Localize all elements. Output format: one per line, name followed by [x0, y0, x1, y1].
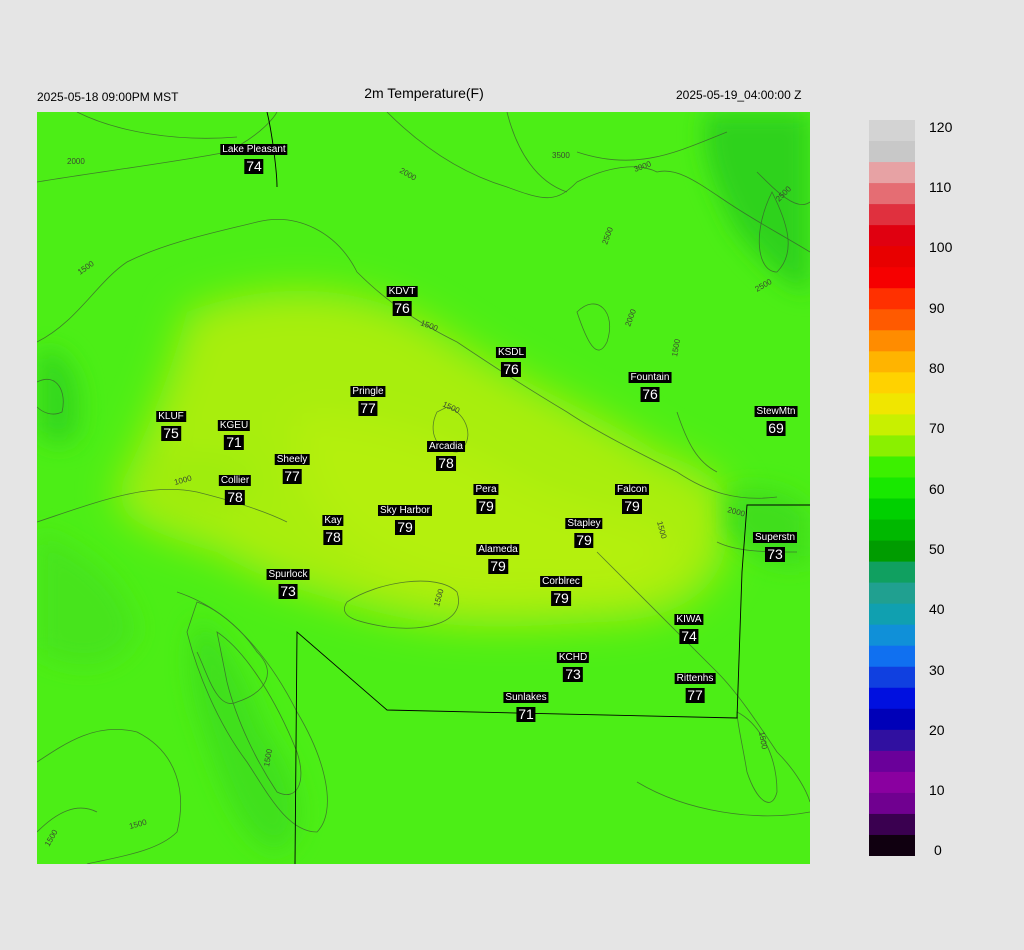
- colorbar-tick: 30: [929, 662, 945, 678]
- colorbar-segment: [869, 246, 915, 268]
- colorbar-segment: [869, 456, 915, 479]
- colorbar-segment: [869, 288, 915, 310]
- colorbar-segment: [869, 309, 915, 331]
- temperature-field: 2000 2000 3500 3000 2500 2500 1500 1500 …: [37, 112, 810, 864]
- valid-time-utc: 2025-05-19_04:00:00 Z: [676, 88, 802, 102]
- colorbar-segment: [869, 141, 915, 163]
- colorbar-segment: [869, 729, 915, 752]
- colorbar-segment: [869, 666, 915, 689]
- colorbar-segment: [869, 834, 915, 856]
- colorbar-segment: [869, 645, 915, 668]
- colorbar-tick: 100: [929, 239, 953, 255]
- colorbar-segment: [869, 813, 915, 836]
- colorbar-segment: [869, 477, 915, 500]
- colorbar-segment: [869, 351, 915, 373]
- colorbar-tick: 10: [929, 782, 945, 798]
- colorbar-segment: [869, 120, 915, 142]
- colorbar-tick: 20: [929, 722, 945, 738]
- colorbar-segment: [869, 435, 915, 458]
- colorbar-tick: 70: [929, 420, 945, 436]
- colorbar-tick: 110: [929, 179, 952, 195]
- colorbar-segment: [869, 792, 915, 815]
- colorbar-tick: 90: [929, 300, 945, 316]
- colorbar-segment: [869, 225, 915, 247]
- colorbar-tick: 80: [929, 360, 945, 376]
- colorbar-segment: [869, 162, 915, 184]
- temperature-colorbar: [869, 120, 915, 856]
- colorbar-segment: [869, 540, 915, 563]
- colorbar-segment: [869, 750, 915, 773]
- colorbar-tick: 50: [929, 541, 945, 557]
- map-title: 2m Temperature(F): [364, 85, 484, 101]
- colorbar-segment: [869, 498, 915, 521]
- colorbar-segment: [869, 330, 915, 352]
- colorbar-tick: 120: [929, 119, 953, 135]
- colorbar-segment: [869, 771, 915, 794]
- colorbar-segment: [869, 372, 915, 394]
- valid-time-local: 2025-05-18 09:00PM MST: [37, 90, 179, 104]
- temperature-map[interactable]: 2000 2000 3500 3000 2500 2500 1500 1500 …: [37, 112, 810, 864]
- colorbar-segment: [869, 624, 915, 647]
- contour-label: 3500: [552, 151, 570, 160]
- colorbar-segment: [869, 204, 915, 226]
- colorbar-segment: [869, 393, 915, 415]
- colorbar-segment: [869, 414, 915, 437]
- colorbar-tick: 0: [934, 842, 942, 858]
- colorbar-tick: 40: [929, 601, 945, 617]
- colorbar-tick: 60: [929, 481, 945, 497]
- colorbar-segment: [869, 519, 915, 542]
- colorbar-segment: [869, 687, 915, 710]
- colorbar-segment: [869, 603, 915, 626]
- colorbar-segment: [869, 183, 915, 205]
- colorbar-segment: [869, 267, 915, 289]
- contour-label: 2000: [67, 157, 85, 166]
- colorbar-segment: [869, 561, 915, 584]
- colorbar-segment: [869, 708, 915, 731]
- colorbar-segment: [869, 582, 915, 605]
